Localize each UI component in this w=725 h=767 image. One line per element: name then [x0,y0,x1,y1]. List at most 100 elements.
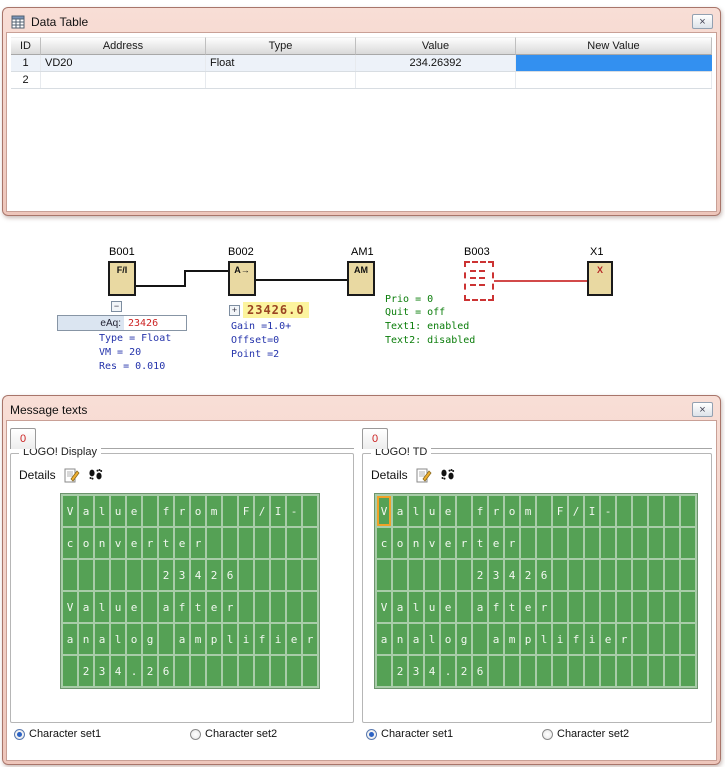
char-cell[interactable]: 2 [159,560,173,590]
char-cell[interactable]: e [489,528,503,558]
char-cell[interactable]: 6 [159,656,173,686]
char-cell[interactable]: a [79,496,93,526]
char-cell[interactable] [569,528,583,558]
char-cell[interactable]: v [425,528,439,558]
char-cell[interactable]: V [377,496,391,526]
column-header-type[interactable]: Type [206,37,356,55]
char-cell[interactable] [521,656,535,686]
char-cell[interactable]: 2 [79,656,93,686]
cell-new-value[interactable] [516,55,712,71]
char-cell[interactable] [585,560,599,590]
char-cell[interactable] [633,624,647,654]
char-cell[interactable] [649,496,663,526]
char-cell[interactable]: e [287,624,301,654]
char-cell[interactable]: n [393,624,407,654]
char-cell[interactable]: c [377,528,391,558]
char-cell[interactable] [665,496,679,526]
char-cell[interactable] [681,496,695,526]
char-cell[interactable] [585,656,599,686]
char-cell[interactable] [127,560,141,590]
char-cell[interactable]: i [239,624,253,654]
column-header-address[interactable]: Address [41,37,206,55]
block-b003-open-connector[interactable] [464,261,494,301]
char-cell[interactable]: l [409,592,423,622]
char-cell[interactable] [601,528,615,558]
char-cell[interactable] [633,592,647,622]
char-cell[interactable] [457,496,471,526]
char-cell[interactable] [585,528,599,558]
special-characters-icon[interactable] [88,467,104,483]
char-cell[interactable] [111,560,125,590]
char-cell[interactable] [239,560,253,590]
tab-0-display[interactable]: 0 [10,428,36,449]
char-cell[interactable]: f [569,624,583,654]
char-cell[interactable] [617,560,631,590]
char-cell[interactable]: l [425,624,439,654]
char-cell[interactable]: o [191,496,205,526]
char-cell[interactable]: l [223,624,237,654]
char-cell[interactable]: n [95,528,109,558]
char-cell[interactable]: i [585,624,599,654]
char-cell[interactable]: g [457,624,471,654]
char-cell[interactable]: I [271,496,285,526]
char-cell[interactable] [649,528,663,558]
char-cell[interactable]: u [425,592,439,622]
char-cell[interactable] [457,560,471,590]
char-cell[interactable] [377,656,391,686]
char-cell[interactable]: m [521,496,535,526]
char-cell[interactable] [473,624,487,654]
char-cell[interactable]: - [601,496,615,526]
char-cell[interactable]: o [393,528,407,558]
char-cell[interactable]: 4 [111,656,125,686]
char-cell[interactable]: r [537,592,551,622]
char-cell[interactable]: f [489,592,503,622]
char-cell[interactable]: e [127,528,141,558]
edit-icon[interactable] [416,467,432,483]
char-cell[interactable]: p [521,624,535,654]
radio-character-set1[interactable]: Character set1 [366,728,453,740]
char-cell[interactable] [537,496,551,526]
char-cell[interactable]: t [473,528,487,558]
column-header-new-value[interactable]: New Value [516,37,712,55]
char-cell[interactable] [649,560,663,590]
char-cell[interactable]: v [111,528,125,558]
char-cell[interactable] [665,624,679,654]
char-cell[interactable]: p [207,624,221,654]
char-cell[interactable]: i [553,624,567,654]
char-cell[interactable] [665,656,679,686]
char-cell[interactable] [255,528,269,558]
char-cell[interactable]: l [409,496,423,526]
char-cell[interactable]: m [207,496,221,526]
cell-id[interactable]: 1 [11,55,41,71]
cell-value[interactable] [356,72,516,88]
char-cell[interactable] [681,592,695,622]
char-cell[interactable]: e [207,592,221,622]
char-cell[interactable]: 4 [191,560,205,590]
radio-character-set1[interactable]: Character set1 [14,728,101,740]
message-texts-titlebar[interactable]: Message texts × [6,399,717,420]
char-cell[interactable]: f [175,592,189,622]
char-cell[interactable]: e [441,496,455,526]
char-cell[interactable]: . [127,656,141,686]
char-cell[interactable] [649,624,663,654]
column-header-value[interactable]: Value [356,37,516,55]
char-cell[interactable] [569,560,583,590]
table-row[interactable]: 1VD20Float234.26392 [11,55,712,72]
collapse-button[interactable]: − [111,301,122,312]
char-cell[interactable]: e [441,528,455,558]
char-cell[interactable]: f [473,496,487,526]
char-cell[interactable]: a [159,592,173,622]
char-cell[interactable]: / [255,496,269,526]
eaq-value-input[interactable]: 23426 [124,316,186,330]
char-cell[interactable] [63,560,77,590]
char-cell[interactable] [617,592,631,622]
tab-0-td[interactable]: 0 [362,428,388,449]
char-cell[interactable] [617,528,631,558]
char-cell[interactable]: l [111,624,125,654]
char-cell[interactable]: 3 [489,560,503,590]
char-cell[interactable] [537,528,551,558]
char-cell[interactable] [79,560,93,590]
char-cell[interactable]: a [473,592,487,622]
char-cell[interactable]: e [521,592,535,622]
char-cell[interactable] [505,656,519,686]
